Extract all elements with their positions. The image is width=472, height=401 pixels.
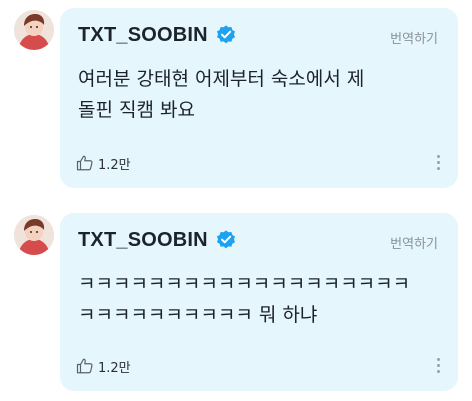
- verified-badge-icon: [215, 229, 237, 251]
- post-bubble: TXT_SOOBIN 번역하기 여러분 강태현 어제부터 숙소에서 제 돌핀 직…: [60, 8, 458, 188]
- post-footer: 1.2만: [76, 152, 448, 174]
- translate-button[interactable]: 번역하기: [390, 28, 438, 47]
- post-header: TXT_SOOBIN 번역하기: [78, 22, 444, 50]
- author-name[interactable]: TXT_SOOBIN: [78, 229, 208, 252]
- avatar[interactable]: [14, 215, 54, 255]
- author-name[interactable]: TXT_SOOBIN: [78, 24, 208, 47]
- thumbs-up-icon: [76, 357, 94, 375]
- avatar[interactable]: [14, 10, 54, 50]
- more-vertical-icon[interactable]: [434, 153, 442, 173]
- post-text: 여러분 강태현 어제부터 숙소에서 제 돌핀 직캠 봐요: [78, 68, 365, 121]
- post-feed: TXT_SOOBIN 번역하기 여러분 강태현 어제부터 숙소에서 제 돌핀 직…: [0, 0, 472, 401]
- more-vertical-icon[interactable]: [434, 356, 442, 376]
- verified-badge-icon: [215, 24, 237, 46]
- post-bubble: TXT_SOOBIN 번역하기 ㅋㅋㅋㅋㅋㅋㅋㅋㅋㅋㅋㅋㅋㅋㅋㅋㅋㅋㅋ ㅋㅋㅋㅋ…: [60, 213, 458, 391]
- like-button[interactable]: 1.2만: [76, 152, 131, 174]
- translate-button[interactable]: 번역하기: [390, 233, 438, 252]
- post-text: ㅋㅋㅋㅋㅋㅋㅋㅋㅋㅋㅋㅋㅋㅋㅋㅋㅋㅋㅋ ㅋㅋㅋㅋㅋㅋㅋㅋㅋㅋ 뭐 하냐: [78, 273, 411, 326]
- like-count: 1.2만: [98, 157, 131, 173]
- thumbs-up-icon: [76, 154, 94, 172]
- like-button[interactable]: 1.2만: [76, 355, 131, 377]
- like-count: 1.2만: [98, 360, 131, 376]
- post-footer: 1.2만: [76, 355, 448, 377]
- post-header: TXT_SOOBIN 번역하기: [78, 227, 444, 255]
